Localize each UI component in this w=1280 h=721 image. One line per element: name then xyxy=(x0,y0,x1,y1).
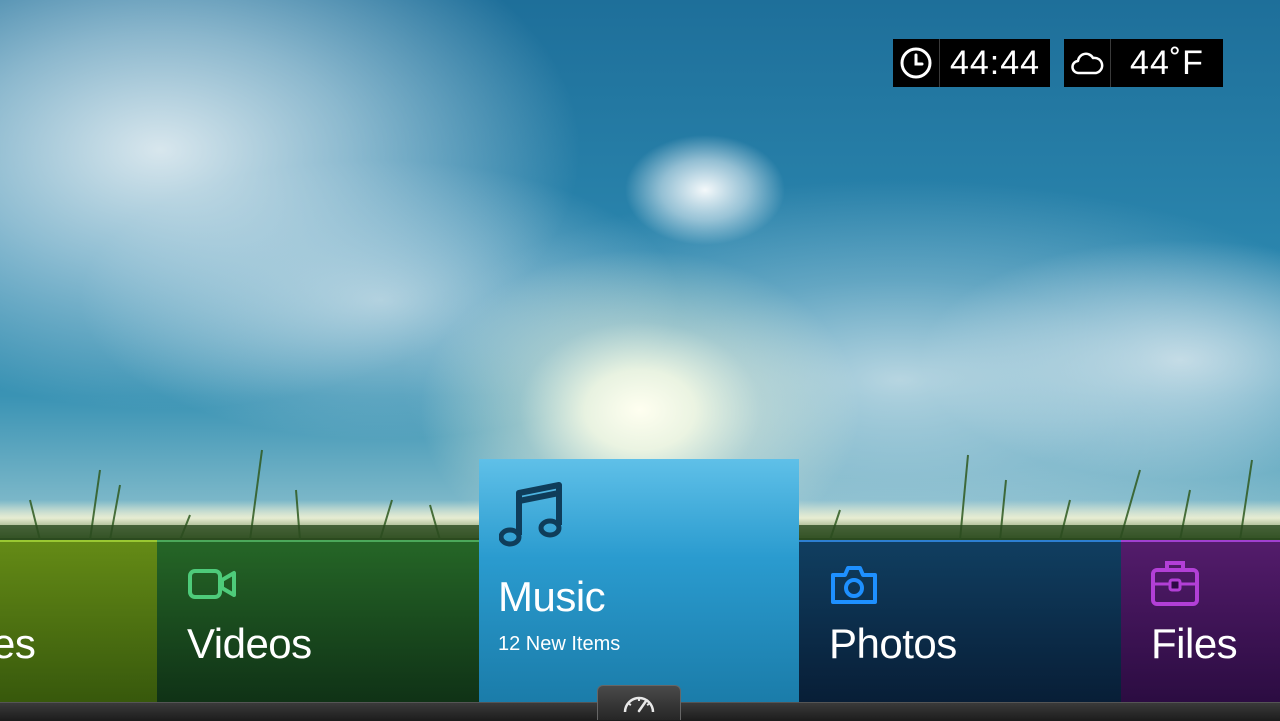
music-note-icon xyxy=(498,479,565,554)
weather-widget: 44˚F xyxy=(1064,39,1223,87)
tile-files[interactable]: Files xyxy=(1121,540,1280,702)
clock-widget: 44:44 xyxy=(893,39,1050,87)
cloud-icon xyxy=(1064,39,1111,87)
camera-icon xyxy=(829,563,879,610)
tile-games-label: es xyxy=(0,620,36,667)
clock-time: 44:44 xyxy=(949,43,1041,82)
tile-videos[interactable]: Videos xyxy=(157,540,479,702)
tile-files-label: Files xyxy=(1151,620,1238,667)
speedometer-icon xyxy=(622,692,656,720)
tile-music-label: Music xyxy=(498,573,606,620)
dashboard-button[interactable] xyxy=(597,685,681,720)
temperature: 44˚F xyxy=(1130,43,1204,82)
video-camera-icon xyxy=(188,568,238,605)
tile-videos-label: Videos xyxy=(187,620,312,667)
clock-icon xyxy=(893,39,940,87)
briefcase-icon xyxy=(1149,556,1201,613)
tile-photos-label: Photos xyxy=(829,620,957,667)
tile-photos[interactable]: Photos xyxy=(799,540,1121,702)
tile-music[interactable]: Music 12 New Items xyxy=(479,459,799,707)
tile-music-subtitle: 12 New Items xyxy=(498,633,621,655)
tile-games[interactable]: es xyxy=(0,540,157,702)
